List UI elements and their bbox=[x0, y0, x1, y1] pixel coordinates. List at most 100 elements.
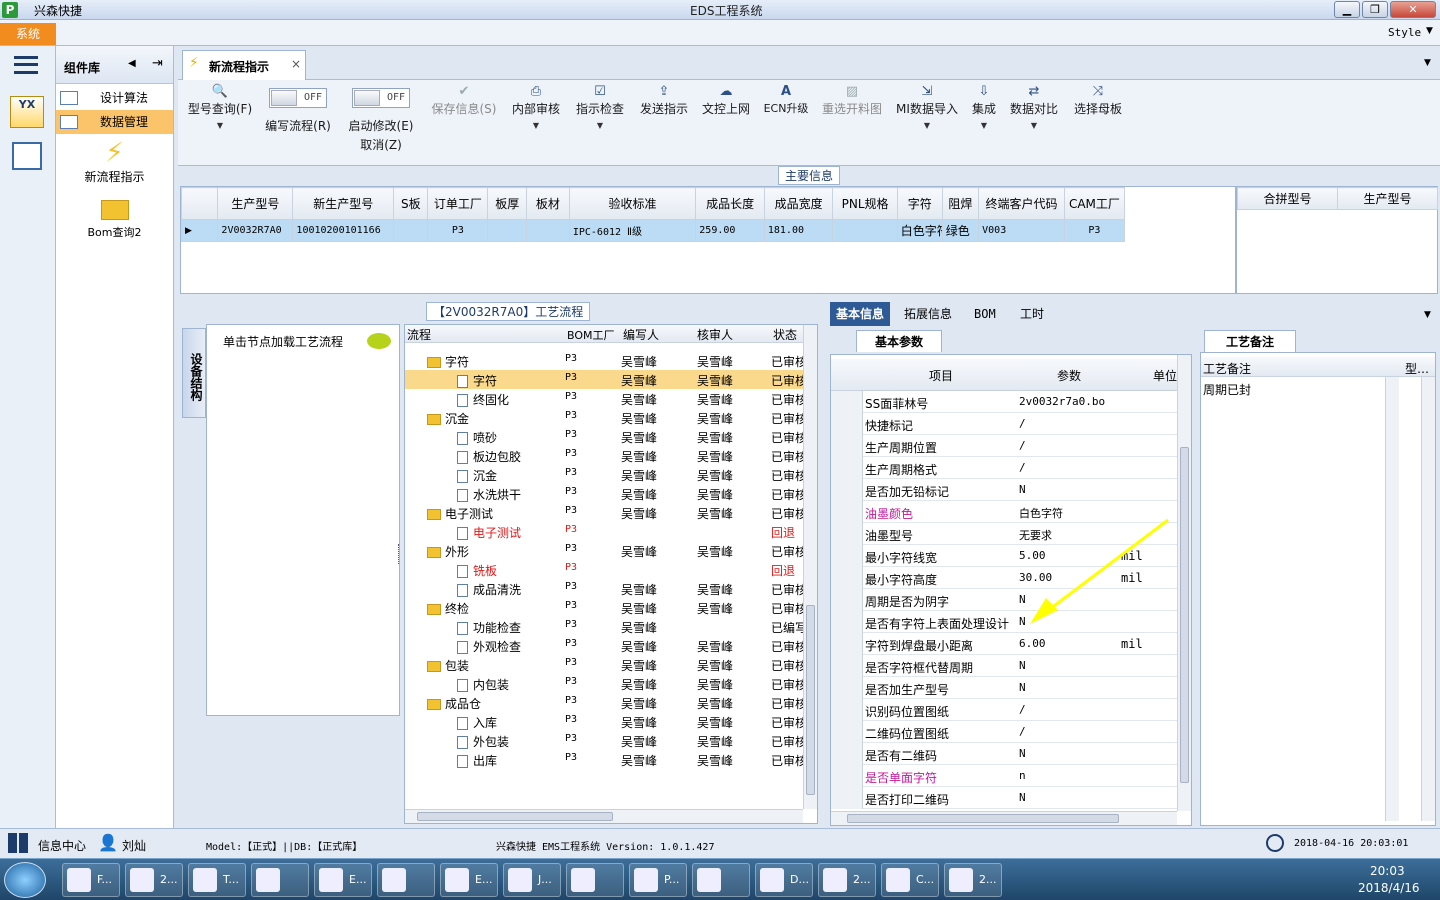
remark-vscroll-2[interactable] bbox=[1421, 377, 1435, 821]
tree-row[interactable]: 内包装 P3 吴雪峰 吴雪峰 已审核 bbox=[405, 674, 803, 693]
splitter-handle[interactable] bbox=[398, 544, 402, 564]
cancel-label[interactable]: 取消(Z) bbox=[344, 136, 418, 153]
taskbar-app-button[interactable]: E... bbox=[314, 863, 372, 897]
tree-node-label[interactable]: 字符 bbox=[457, 372, 497, 389]
taskbar-app-button[interactable]: T... bbox=[188, 863, 246, 897]
column-header[interactable]: PNL规格 bbox=[832, 187, 898, 220]
data-compare-button[interactable]: ⇄ 数据对比 ▼ bbox=[1008, 84, 1060, 130]
tree-row[interactable]: 铣板 P3 回退 bbox=[405, 560, 803, 579]
column-header[interactable]: 单位 bbox=[1153, 367, 1177, 384]
write-process-toggle[interactable]: OFF 编写流程(R) bbox=[260, 88, 336, 134]
tree-row[interactable]: 水洗烘干 P3 吴雪峰 吴雪峰 已审核 bbox=[405, 484, 803, 503]
component-item-design-algorithm[interactable]: 设计算法 bbox=[56, 86, 173, 110]
column-header[interactable]: 终端客户代码 bbox=[978, 187, 1065, 220]
tree-node-label[interactable]: 入库 bbox=[457, 714, 497, 731]
tree-row[interactable]: 字符 P3 吴雪峰 吴雪峰 已审核 bbox=[405, 370, 803, 389]
taskbar-app-button[interactable]: 2... bbox=[818, 863, 876, 897]
tab-work-hours[interactable]: 工时 bbox=[1014, 302, 1050, 326]
clock-time[interactable]: 20:03 bbox=[1370, 864, 1405, 878]
toggle-switch[interactable]: OFF bbox=[352, 88, 410, 108]
column-header[interactable]: 合拼型号 bbox=[1237, 187, 1338, 210]
chevron-down-icon[interactable]: ▼ bbox=[894, 121, 960, 130]
tree-row[interactable]: 电子测试 P3 回退 bbox=[405, 522, 803, 541]
chevron-down-icon[interactable]: ▼ bbox=[574, 121, 626, 130]
tree-node-label[interactable]: 喷砂 bbox=[457, 429, 497, 446]
info-center-label[interactable]: 信息中心 bbox=[38, 837, 86, 854]
taskbar-app-button[interactable]: 2... bbox=[125, 863, 183, 897]
param-row[interactable]: 生产周期位置 / bbox=[831, 435, 1177, 457]
tree-node-label[interactable]: 成品清洗 bbox=[457, 581, 521, 598]
column-header[interactable]: 订单工厂 bbox=[427, 187, 489, 220]
param-row[interactable]: 是否加生产型号 N bbox=[831, 677, 1177, 699]
param-row[interactable]: 二维码位置图纸 / bbox=[831, 721, 1177, 743]
table-cell[interactable] bbox=[393, 219, 429, 242]
tree-node-label[interactable]: 外形 bbox=[427, 543, 469, 560]
tree-node-label[interactable]: 成品仓 bbox=[427, 695, 481, 712]
tab-new-process[interactable]: ⚡ 新流程指示 × bbox=[182, 50, 306, 80]
column-header[interactable]: 阻焊 bbox=[941, 187, 980, 220]
taskbar-app-button[interactable]: C... bbox=[881, 863, 939, 897]
column-header[interactable]: 项目 bbox=[929, 367, 953, 384]
tree-row[interactable]: 外形 P3 吴雪峰 吴雪峰 已审核 bbox=[405, 541, 803, 560]
taskbar-app-button[interactable]: 2... bbox=[944, 863, 1002, 897]
maximize-button[interactable]: ❐ bbox=[1362, 1, 1388, 18]
table-cell[interactable]: 259.00 bbox=[695, 219, 765, 242]
process-vscroll[interactable] bbox=[803, 325, 817, 809]
tree-row[interactable]: 外包装 P3 吴雪峰 吴雪峰 已审核 bbox=[405, 731, 803, 750]
bom-query-launcher[interactable]: Bom查询2 bbox=[56, 196, 173, 242]
model-query-button[interactable]: 🔍 型号查询(F) ▼ bbox=[184, 84, 256, 130]
table-cell[interactable]: 181.00 bbox=[763, 219, 834, 242]
new-process-launcher[interactable]: ⚡ 新流程指示 bbox=[56, 138, 173, 188]
taskbar-app-button[interactable] bbox=[692, 863, 750, 897]
tree-node-label[interactable]: 电子测试 bbox=[457, 524, 521, 541]
tree-node-label[interactable]: 终固化 bbox=[457, 391, 509, 408]
tab-bom[interactable]: BOM bbox=[968, 302, 1002, 326]
table-cell[interactable]: 2V0032R7A0 bbox=[217, 219, 294, 242]
tree-node-label[interactable]: 板边包胶 bbox=[457, 448, 521, 465]
remark-tab[interactable]: 工艺备注 bbox=[1204, 330, 1296, 352]
internal-review-button[interactable]: ⎙ 内部审核 ▼ bbox=[510, 84, 562, 130]
remark-value[interactable]: 周期已封 bbox=[1203, 381, 1251, 398]
table-cell[interactable]: 10010200101166 bbox=[292, 219, 395, 242]
param-value-cell[interactable]: 6.00 bbox=[1019, 637, 1046, 650]
integrate-button[interactable]: ⇩ 集成 ▼ bbox=[966, 84, 1002, 130]
table-cell[interactable] bbox=[525, 219, 570, 242]
column-header[interactable]: 编写人 bbox=[623, 326, 659, 343]
chevron-down-icon[interactable]: ▼ bbox=[184, 121, 256, 130]
table-cell[interactable] bbox=[832, 219, 898, 242]
clock-date[interactable]: 2018/4/16 bbox=[1358, 881, 1420, 895]
grid-apps-icon[interactable] bbox=[8, 833, 28, 853]
tree-node-label[interactable]: 沉金 bbox=[427, 410, 469, 427]
tree-node-label[interactable]: 水洗烘干 bbox=[457, 486, 521, 503]
chevron-down-icon[interactable]: ▼ bbox=[1008, 121, 1060, 130]
sub-tab-basic-params[interactable]: 基本参数 bbox=[856, 330, 942, 352]
tab-basic-info[interactable]: 基本信息 bbox=[830, 302, 891, 326]
save-info-button[interactable]: ✔ 保存信息(S) bbox=[428, 84, 500, 117]
tree-node-label[interactable]: 铣板 bbox=[457, 562, 497, 579]
pin-panel-icon[interactable]: ⇥ bbox=[152, 56, 163, 71]
tree-node-label[interactable]: 终检 bbox=[427, 600, 469, 617]
param-row[interactable]: 是否打印二维码 N bbox=[831, 787, 1177, 809]
tree-node-label[interactable]: 沉金 bbox=[457, 467, 497, 484]
params-vscroll[interactable] bbox=[1177, 355, 1191, 811]
param-row[interactable]: 快捷标记 / bbox=[831, 413, 1177, 435]
remark-vscroll[interactable] bbox=[1385, 377, 1399, 821]
param-row[interactable]: 生产周期格式 / bbox=[831, 457, 1177, 479]
start-button[interactable] bbox=[4, 862, 46, 898]
column-header[interactable]: 成品长度 bbox=[695, 187, 765, 220]
table-cell[interactable]: 绿色 bbox=[941, 219, 980, 242]
detail-tab-dropdown-icon[interactable]: ▼ bbox=[1424, 310, 1431, 320]
tree-row[interactable]: 成品仓 P3 吴雪峰 吴雪峰 已审核 bbox=[405, 693, 803, 712]
tree-row[interactable]: 终检 P3 吴雪峰 吴雪峰 已审核 bbox=[405, 598, 803, 617]
tree-row[interactable]: 电子测试 P3 吴雪峰 吴雪峰 已审核 bbox=[405, 503, 803, 522]
column-header[interactable]: 成品宽度 bbox=[763, 187, 834, 220]
param-row[interactable]: 是否字符框代替周期 N bbox=[831, 655, 1177, 677]
param-row[interactable]: 是否单面字符 n bbox=[831, 765, 1177, 787]
ecn-upgrade-button[interactable]: A ECN升级 bbox=[762, 84, 810, 116]
tab-list-dropdown-icon[interactable]: ▼ bbox=[1424, 58, 1431, 68]
param-row[interactable]: SS面菲林号 2v0032r7a0.bo bbox=[831, 391, 1177, 413]
table-cell[interactable]: V003 bbox=[978, 219, 1065, 242]
close-button[interactable]: ✕ bbox=[1390, 1, 1436, 18]
column-header[interactable]: 新生产型号 bbox=[292, 187, 395, 220]
param-row[interactable]: 字符到焊盘最小距离 6.00 mil bbox=[831, 633, 1177, 655]
